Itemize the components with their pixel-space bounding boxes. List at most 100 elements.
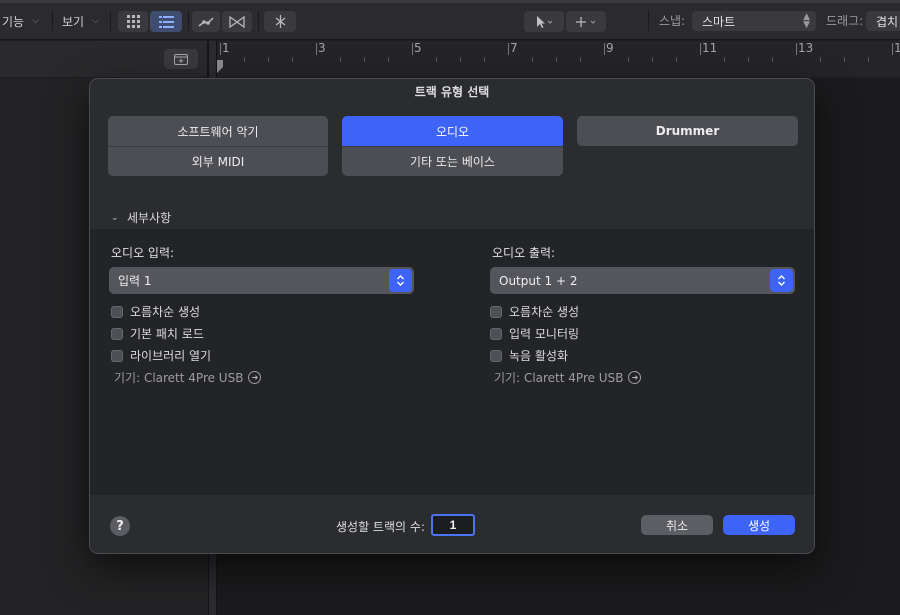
ruler-bar-number: 9 xyxy=(606,41,614,55)
audio-output-value: Output 1 + 2 xyxy=(499,273,578,288)
checkbox-label: 오름차순 생성 xyxy=(509,305,580,319)
logic-pro-window: 기능 ⌵ 보기 ⌵ 스냅: 스마트 ▲ ▼ 드래그: 겹치 1 3 5 7 9 … xyxy=(0,0,900,615)
updown-icon xyxy=(770,269,793,292)
snap-value: 스마트 xyxy=(702,14,736,29)
toolbar-divider xyxy=(52,11,53,31)
external-midi-label: 외부 MIDI xyxy=(191,155,245,169)
flex-button[interactable] xyxy=(222,11,252,32)
checkbox-label: 입력 모니터링 xyxy=(509,327,580,341)
audio-input-value: 입력 1 xyxy=(118,274,152,288)
view-menu[interactable]: 보기 ⌵ xyxy=(62,12,99,30)
checkbox-label: 기본 패치 로드 xyxy=(130,327,204,341)
checkbox-box xyxy=(490,349,502,362)
checkbox-box xyxy=(490,327,502,340)
ruler-tick xyxy=(604,43,605,55)
toolbar-divider xyxy=(188,11,189,31)
pointer-icon xyxy=(537,15,553,28)
dialog-title: 트랙 유형 선택 xyxy=(414,85,490,99)
input-ascending-checkbox[interactable]: 오름차순 생성 xyxy=(111,303,200,320)
ruler-tick xyxy=(700,43,701,55)
checkbox-label: 녹음 활성화 xyxy=(509,349,569,363)
new-track-dialog: 트랙 유형 선택 소프트웨어 악기 외부 MIDI 오디오 기타 또는 베이스 … xyxy=(89,78,815,554)
flex-icon xyxy=(229,15,245,28)
snap-select[interactable]: 스마트 ▲ ▼ xyxy=(692,11,816,31)
external-midi-button[interactable]: 외부 MIDI xyxy=(108,146,328,176)
list-icon xyxy=(158,15,174,28)
input-monitoring-checkbox[interactable]: 입력 모니터링 xyxy=(490,325,579,342)
drag-value: 겹치 xyxy=(876,14,899,29)
checkbox-label: 오름차순 생성 xyxy=(130,305,201,319)
chevron-down-icon: ⌵ xyxy=(92,16,99,26)
ruler-tick xyxy=(508,43,509,55)
load-default-patch-checkbox[interactable]: 기본 패치 로드 xyxy=(111,325,204,342)
ruler-bar-number: 5 xyxy=(414,41,422,55)
ruler-bar-number: 7 xyxy=(510,41,518,55)
chevron-down-icon: ⌄ xyxy=(111,212,119,223)
create-label: 생성 xyxy=(747,518,771,533)
guitar-bass-label: 기타 또는 베이스 xyxy=(410,155,495,169)
audio-output-label: 오디오 출력: xyxy=(492,246,556,260)
details-label: 세부사항 xyxy=(127,211,172,225)
ruler-tick xyxy=(412,43,413,55)
software-instrument-button[interactable]: 소프트웨어 악기 xyxy=(108,116,328,146)
function-menu-label: 기능 xyxy=(2,14,25,29)
audio-output-popup[interactable]: Output 1 + 2 xyxy=(490,267,795,294)
main-toolbar: 기능 ⌵ 보기 ⌵ 스냅: 스마트 ▲ ▼ 드래그: 겹치 xyxy=(0,0,900,40)
arrow-right-circle-icon[interactable]: ➜ xyxy=(248,371,262,384)
drag-select[interactable]: 겹치 xyxy=(866,11,900,31)
help-button[interactable]: ? xyxy=(110,516,130,536)
track-count-input[interactable]: 1 xyxy=(431,514,475,536)
snap-label: 스냅: xyxy=(659,14,686,28)
ruler-bar-number: 3 xyxy=(318,41,326,55)
audio-label: 오디오 xyxy=(435,124,470,139)
checkbox-box xyxy=(111,327,123,340)
cancel-label: 취소 xyxy=(665,518,689,533)
ruler-bar-number: 11 xyxy=(702,41,718,55)
arrow-right-circle-icon[interactable]: ➜ xyxy=(628,371,642,384)
pointer-tool-button[interactable] xyxy=(524,11,564,32)
toolbar-divider xyxy=(258,11,259,31)
output-ascending-checkbox[interactable]: 오름차순 생성 xyxy=(490,303,579,320)
details-disclosure[interactable]: ⌄ 세부사항 xyxy=(111,209,171,226)
drag-label: 드래그: xyxy=(826,14,864,28)
ruler-tick xyxy=(316,43,317,55)
record-enable-checkbox[interactable]: 녹음 활성화 xyxy=(490,347,568,364)
toolbar-divider xyxy=(648,11,649,31)
audio-input-label: 오디오 입력: xyxy=(111,246,175,260)
automation-icon xyxy=(198,16,214,27)
view-menu-label: 보기 xyxy=(62,14,85,29)
grid-icon xyxy=(126,15,140,28)
audio-button[interactable]: 오디오 xyxy=(342,116,563,146)
drummer-button[interactable]: Drummer xyxy=(577,116,798,146)
bar-ruler[interactable]: 1 3 5 7 9 11 13 15 xyxy=(212,41,900,77)
checkbox-box xyxy=(111,305,123,318)
catch-button[interactable] xyxy=(264,11,296,32)
guitar-bass-button[interactable]: 기타 또는 베이스 xyxy=(342,146,563,176)
output-device-label: 기기: Clarett 4Pre USB xyxy=(494,371,624,385)
drummer-label: Drummer xyxy=(655,124,720,138)
track-count-value: 1 xyxy=(449,518,457,532)
checkbox-box xyxy=(111,349,123,362)
tracks-view-button[interactable] xyxy=(150,11,182,32)
cancel-button[interactable]: 취소 xyxy=(641,515,713,535)
open-library-checkbox[interactable]: 라이브러리 열기 xyxy=(111,347,211,364)
toolbar-divider xyxy=(110,11,111,31)
audio-input-popup[interactable]: 입력 1 xyxy=(109,267,414,294)
updown-icon: ▲ ▼ xyxy=(803,12,810,30)
output-device-row[interactable]: 기기: Clarett 4Pre USB ➜ xyxy=(494,369,642,386)
add-track-icon xyxy=(174,53,188,65)
checkbox-label: 라이브러리 열기 xyxy=(130,349,212,363)
automation-button[interactable] xyxy=(192,11,220,32)
grid-view-button[interactable] xyxy=(118,11,148,32)
help-icon: ? xyxy=(116,518,124,534)
chevron-down-icon: ⌵ xyxy=(32,16,39,26)
add-track-button[interactable] xyxy=(164,49,198,69)
function-menu[interactable]: 기능 ⌵ xyxy=(2,12,39,30)
input-device-label: 기기: Clarett 4Pre USB xyxy=(114,371,244,385)
software-instrument-label: 소프트웨어 악기 xyxy=(177,124,259,139)
create-button[interactable]: 생성 xyxy=(723,515,795,535)
updown-icon xyxy=(389,269,412,292)
ruler-bar-number: 1 xyxy=(222,41,230,55)
input-device-row[interactable]: 기기: Clarett 4Pre USB ➜ xyxy=(114,369,262,386)
secondary-tool-button[interactable] xyxy=(566,11,606,32)
